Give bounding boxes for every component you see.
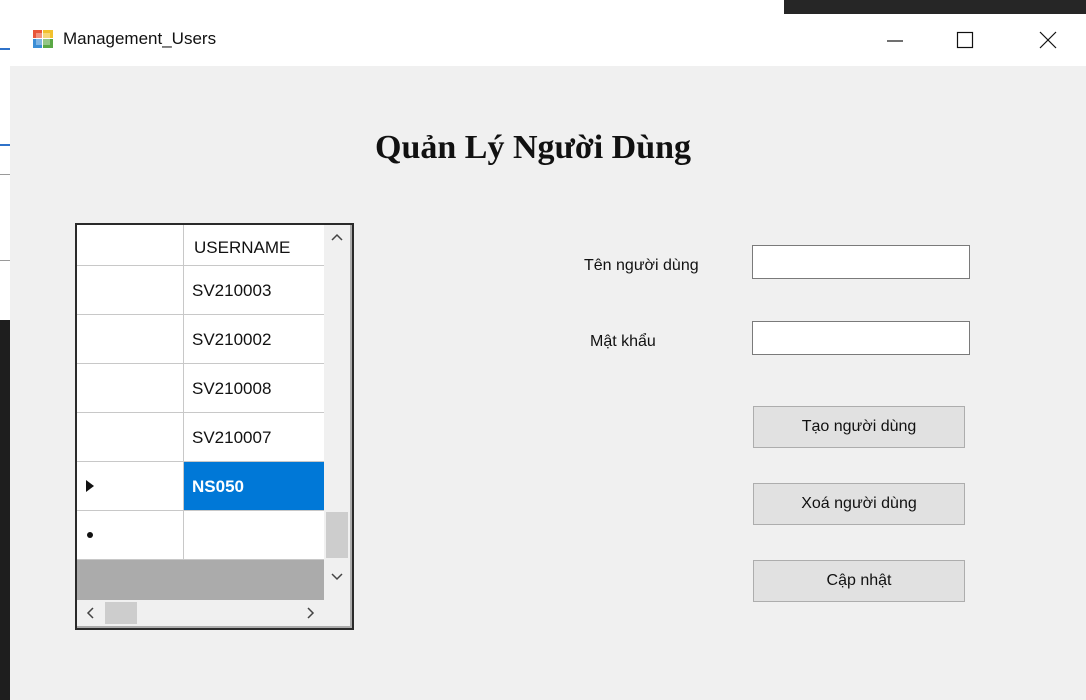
username-field[interactable] — [752, 245, 970, 279]
background-fragment — [0, 174, 10, 175]
maximize-button[interactable] — [942, 14, 988, 66]
minimize-icon — [887, 40, 903, 42]
row-header[interactable] — [77, 462, 184, 510]
scrollbar-corner — [324, 600, 350, 626]
delete-user-button[interactable]: Xoá người dùng — [753, 483, 965, 525]
vertical-scroll-thumb[interactable] — [326, 512, 348, 558]
chevron-down-icon — [331, 573, 343, 581]
username-cell[interactable]: SV210008 — [184, 364, 324, 412]
management-users-window: Management_Users Quản Lý Người Dùng USER… — [10, 14, 1086, 700]
table-row[interactable]: SV210008 — [77, 364, 324, 413]
grid-header-row: USERNAME — [77, 225, 324, 266]
username-cell[interactable]: SV210003 — [184, 266, 324, 314]
background-fragment — [0, 48, 10, 50]
table-row[interactable]: SV210007 — [77, 413, 324, 462]
window-title: Management_Users — [63, 29, 217, 48]
users-data-grid[interactable]: USERNAME SV210003 SV210002 SV210008 SV21… — [75, 223, 354, 630]
maximize-icon — [956, 31, 974, 49]
new-row[interactable] — [77, 511, 324, 560]
close-button[interactable] — [1025, 14, 1071, 66]
scroll-left-button[interactable] — [77, 600, 103, 626]
chevron-up-icon — [331, 233, 343, 241]
background-fragment — [0, 260, 10, 261]
vertical-scrollbar[interactable] — [324, 225, 350, 600]
scroll-right-button[interactable] — [298, 600, 324, 626]
background-taskbar-fragment — [784, 0, 1086, 14]
table-row[interactable]: SV210003 — [77, 266, 324, 315]
row-header[interactable] — [77, 511, 184, 559]
password-label: Mật khẩu — [590, 333, 656, 350]
horizontal-scroll-thumb[interactable] — [105, 602, 137, 624]
row-header-corner — [77, 225, 184, 265]
current-row-arrow-icon — [86, 480, 94, 492]
row-header[interactable] — [77, 266, 184, 314]
minimize-button[interactable] — [872, 14, 918, 66]
update-button[interactable]: Cập nhật — [753, 560, 965, 602]
scroll-up-button[interactable] — [324, 225, 350, 249]
username-cell[interactable]: SV210007 — [184, 413, 324, 461]
table-row-selected[interactable]: NS050 — [77, 462, 324, 511]
page-title: Quản Lý Người Dùng — [375, 129, 692, 166]
app-icon — [33, 30, 53, 48]
scroll-down-button[interactable] — [324, 565, 350, 589]
background-dark-panel — [0, 320, 10, 700]
row-header[interactable] — [77, 315, 184, 363]
title-bar[interactable]: Management_Users — [10, 14, 1086, 66]
username-cell-selected[interactable]: NS050 — [184, 462, 324, 510]
row-header[interactable] — [77, 364, 184, 412]
new-username-cell[interactable] — [184, 511, 324, 559]
chevron-left-icon — [86, 607, 94, 619]
new-row-asterisk-icon — [87, 532, 93, 538]
table-row[interactable]: SV210002 — [77, 315, 324, 364]
column-header-username[interactable]: USERNAME — [184, 225, 324, 265]
username-label: Tên người dùng — [584, 257, 699, 274]
horizontal-scrollbar[interactable] — [77, 600, 324, 626]
username-cell[interactable]: SV210002 — [184, 315, 324, 363]
create-user-button[interactable]: Tạo người dùng — [753, 406, 965, 448]
row-header[interactable] — [77, 413, 184, 461]
chevron-right-icon — [307, 607, 315, 619]
background-fragment — [0, 144, 10, 146]
close-icon — [1039, 31, 1057, 49]
password-field[interactable] — [752, 321, 970, 355]
